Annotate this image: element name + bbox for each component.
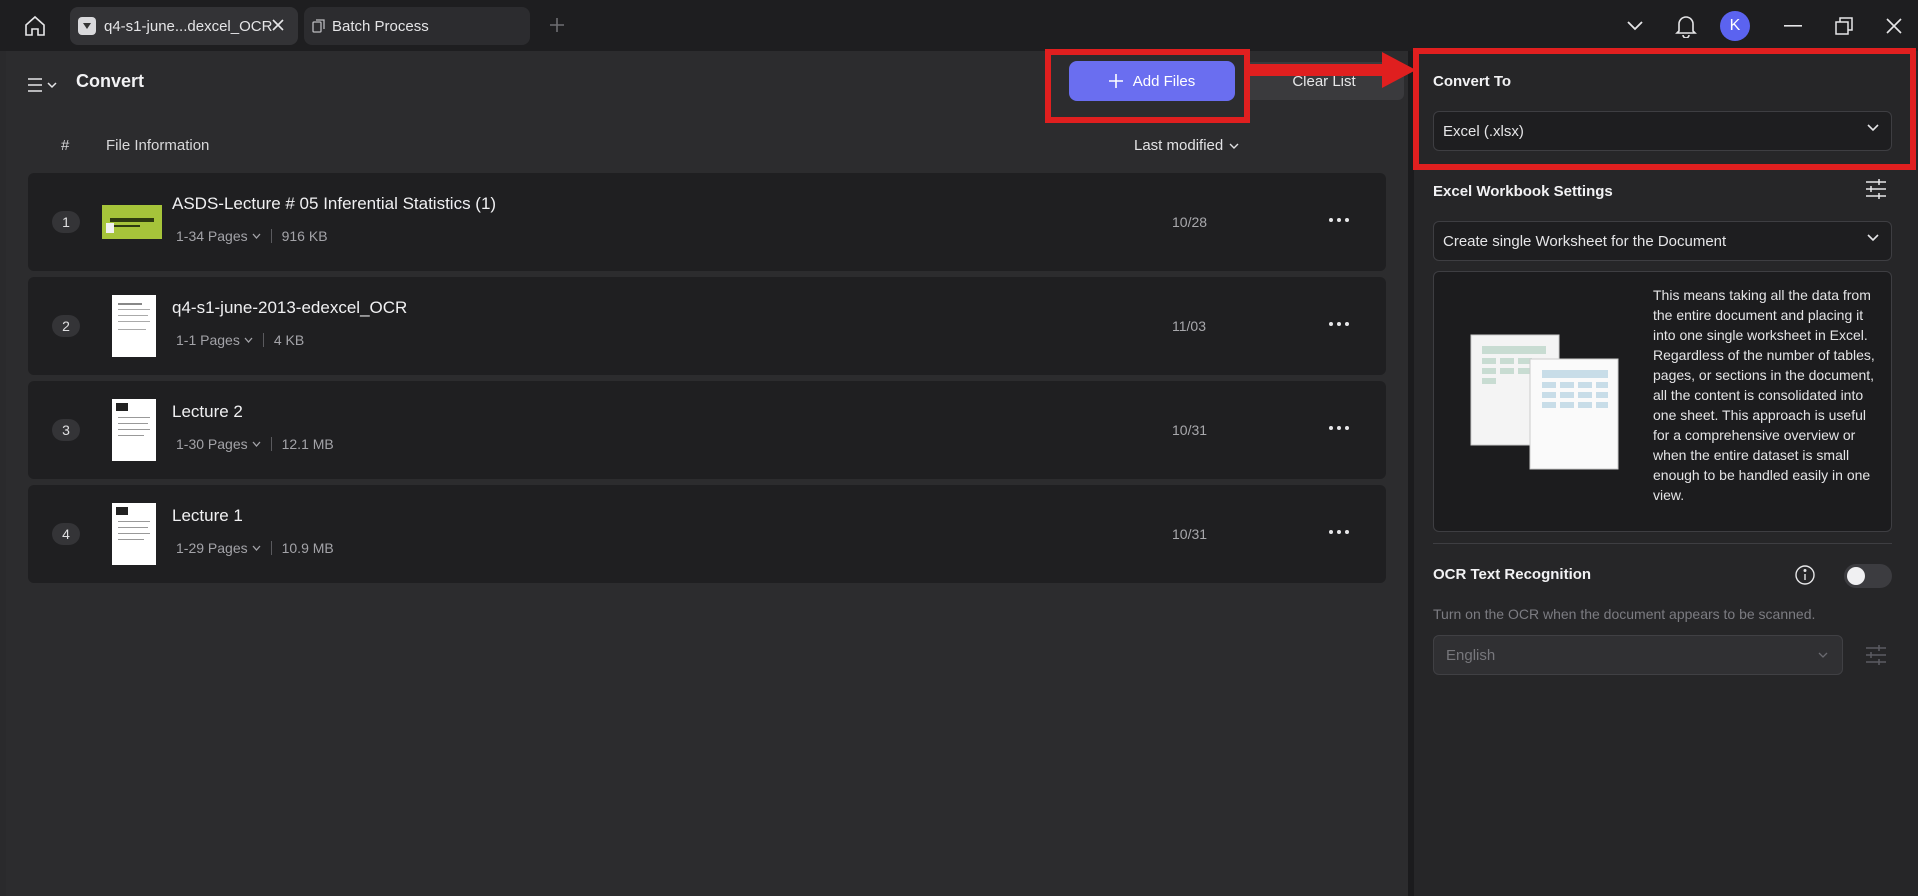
divider xyxy=(1433,543,1892,544)
tab-document[interactable]: q4-s1-june...dexcel_OCR xyxy=(70,7,298,45)
description-text: This means taking all the data from the … xyxy=(1653,287,1875,503)
row-number: 4 xyxy=(52,523,80,545)
file-size: 10.9 MB xyxy=(281,540,334,556)
file-thumbnail xyxy=(102,205,162,239)
page-range: 1-1 Pages xyxy=(176,332,240,348)
divider xyxy=(270,437,272,451)
menu-icon[interactable] xyxy=(26,73,66,97)
tab-label: Batch Process xyxy=(332,17,429,35)
worksheet-mode-description: This means taking all the data from the … xyxy=(1433,271,1892,532)
close-tab-icon[interactable] xyxy=(268,15,288,35)
info-icon[interactable] xyxy=(1794,564,1816,586)
column-last-modified: Last modified xyxy=(1134,137,1224,154)
row-number: 2 xyxy=(52,315,80,337)
file-list-panel: Convert Add Files Clear List # File Info… xyxy=(6,51,1408,896)
chevron-down-icon xyxy=(244,337,253,343)
home-icon[interactable] xyxy=(20,12,50,40)
annotation-box-add-files xyxy=(1045,49,1250,123)
file-size: 12.1 MB xyxy=(281,436,334,452)
chevron-down-icon xyxy=(1818,652,1828,658)
file-thumbnail xyxy=(112,399,156,461)
sort-last-modified[interactable]: Last modified xyxy=(1134,137,1239,154)
chevron-down-icon[interactable] xyxy=(1622,13,1648,39)
chevron-down-icon xyxy=(252,233,261,239)
tab-batch-process[interactable]: Batch Process xyxy=(304,7,530,45)
page-range: 1-30 Pages xyxy=(176,436,248,452)
file-thumbnail xyxy=(112,503,156,565)
page-range-dropdown[interactable]: 1-29 Pages xyxy=(176,540,261,556)
file-row[interactable]: 2 q4-s1-june-2013-edexcel_OCR 1-1 Pages … xyxy=(28,277,1386,375)
ocr-hint: Turn on the OCR when the document appear… xyxy=(1433,606,1816,622)
file-name: Lecture 1 xyxy=(172,506,243,525)
ocr-toggle[interactable] xyxy=(1844,564,1892,588)
more-options-icon[interactable] xyxy=(1326,313,1352,335)
file-name: q4-s1-june-2013-edexcel_OCR xyxy=(172,298,408,317)
page-range-dropdown[interactable]: 1-30 Pages xyxy=(176,436,261,452)
divider xyxy=(262,333,264,347)
chevron-down-icon xyxy=(252,441,261,447)
file-row[interactable]: 1 ASDS-Lecture # 05 Inferential Statisti… xyxy=(28,173,1386,271)
new-tab-icon[interactable] xyxy=(546,14,568,36)
chevron-down-icon xyxy=(1229,143,1239,149)
title-bar: q4-s1-june...dexcel_OCR Batch Process K xyxy=(0,0,1918,51)
avatar[interactable]: K xyxy=(1720,11,1750,41)
row-number: 1 xyxy=(52,211,80,233)
page-range: 1-29 Pages xyxy=(176,540,248,556)
file-size: 916 KB xyxy=(281,228,328,244)
file-date: 10/31 xyxy=(1172,422,1208,438)
settings-panel: Convert To Excel (.xlsx) Excel Workbook … xyxy=(1414,51,1918,896)
tab-label: q4-s1-june...dexcel_OCR xyxy=(104,17,273,35)
file-date: 10/31 xyxy=(1172,526,1208,542)
sliders-icon[interactable] xyxy=(1864,177,1890,203)
chevron-down-icon xyxy=(1867,234,1879,242)
annotation-box-convert-to xyxy=(1413,48,1916,170)
row-number: 3 xyxy=(52,419,80,441)
file-row[interactable]: 4 Lecture 1 1-29 Pages 10.9 MB 10/31 xyxy=(28,485,1386,583)
worksheet-illustration xyxy=(1470,334,1619,470)
workbook-settings-label: Excel Workbook Settings xyxy=(1433,183,1613,200)
file-meta: 1-34 Pages 916 KB xyxy=(176,228,328,244)
page-range: 1-34 Pages xyxy=(176,228,248,244)
ocr-language-dropdown[interactable]: English xyxy=(1433,635,1843,675)
column-file-info: File Information xyxy=(106,137,210,154)
file-meta: 1-1 Pages 4 KB xyxy=(176,332,304,348)
page-title: Convert xyxy=(76,71,145,91)
column-number: # xyxy=(61,137,70,154)
more-options-icon[interactable] xyxy=(1326,417,1352,439)
file-date: 11/03 xyxy=(1172,318,1206,334)
file-meta: 1-29 Pages 10.9 MB xyxy=(176,540,334,556)
file-date: 10/28 xyxy=(1172,214,1208,230)
ocr-settings-sliders-icon[interactable] xyxy=(1864,643,1890,669)
file-row[interactable]: 3 Lecture 2 1-30 Pages 12.1 MB 10/31 xyxy=(28,381,1386,479)
tab-menu-icon[interactable] xyxy=(78,17,96,35)
ocr-language-value: English xyxy=(1446,646,1496,664)
annotation-arrow xyxy=(1248,52,1416,88)
file-thumbnail xyxy=(112,295,156,357)
bell-icon[interactable] xyxy=(1673,13,1699,39)
file-name: Lecture 2 xyxy=(172,402,243,421)
minimize-icon[interactable] xyxy=(1780,13,1806,39)
page-range-dropdown[interactable]: 1-1 Pages xyxy=(176,332,253,348)
divider xyxy=(270,541,272,555)
restore-icon[interactable] xyxy=(1831,13,1857,39)
file-size: 4 KB xyxy=(273,332,305,348)
more-options-icon[interactable] xyxy=(1326,209,1352,231)
file-name: ASDS-Lecture # 05 Inferential Statistics… xyxy=(172,194,497,213)
ocr-label: OCR Text Recognition xyxy=(1433,566,1592,583)
close-window-icon[interactable] xyxy=(1881,13,1907,39)
worksheet-mode-dropdown[interactable]: Create single Worksheet for the Document xyxy=(1433,221,1892,261)
divider xyxy=(270,229,272,243)
more-options-icon[interactable] xyxy=(1326,521,1352,543)
chevron-down-icon xyxy=(252,545,261,551)
worksheet-mode-value: Create single Worksheet for the Document xyxy=(1443,232,1727,250)
toggle-knob xyxy=(1847,567,1865,585)
page-range-dropdown[interactable]: 1-34 Pages xyxy=(176,228,261,244)
file-meta: 1-30 Pages 12.1 MB xyxy=(176,436,334,452)
batch-icon xyxy=(312,19,326,33)
